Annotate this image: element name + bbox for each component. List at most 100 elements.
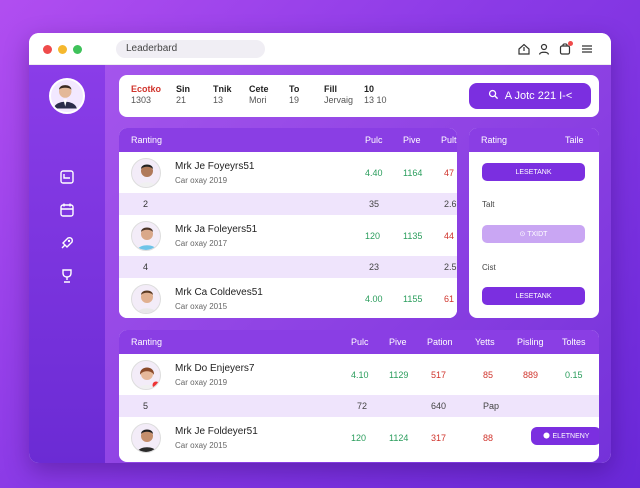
column-header[interactable]: Pults: [441, 135, 457, 145]
stat-value: 517: [431, 370, 447, 380]
stat-label: Fill: [324, 84, 337, 94]
column-header[interactable]: Ranting: [131, 135, 162, 145]
stat-label: Ecotko: [131, 84, 162, 94]
avatar[interactable]: [49, 78, 85, 114]
user-icon[interactable]: [537, 42, 551, 56]
app-window: Leaderbard Ecotko 1303 Sin 21 Tnik 13 Ce…: [29, 33, 611, 463]
rating-card: Rating Taile LESETANK Talt ⊙ TXIDT Cist …: [469, 128, 599, 318]
table-row[interactable]: Mrk Do Enjeyers7 Car oxay 2019 4.10 1129…: [119, 354, 599, 395]
table-row[interactable]: 2 35 2.6: [119, 193, 457, 215]
player-name: Mrk Do Enjeyers7: [175, 363, 255, 374]
address-bar[interactable]: Leaderbard: [116, 40, 265, 58]
calendar-icon[interactable]: [59, 202, 75, 218]
join-button[interactable]: A Jotc 221 I-<: [469, 83, 591, 109]
maximize-window-button[interactable]: [73, 45, 82, 54]
stat-value: 4.10: [351, 370, 369, 380]
column-header[interactable]: Pulc: [365, 135, 383, 145]
stat-value: 1303: [131, 95, 152, 105]
stat-value: 4.40: [365, 168, 383, 178]
cart-icon[interactable]: [558, 41, 573, 56]
stat-label: To: [289, 84, 300, 94]
stat-value: 47: [444, 168, 455, 178]
stat-value: 21: [176, 95, 187, 105]
sidebar: [29, 65, 105, 463]
toggle-button[interactable]: ⊙ TXIDT: [482, 225, 585, 243]
column-header: Taile: [565, 135, 584, 145]
stat-label: Tnik: [213, 84, 232, 94]
stat-value: 1164: [403, 168, 423, 178]
table-row[interactable]: 4 23 2.5: [119, 256, 457, 278]
leaderboard-tank-button[interactable]: LESETANK: [482, 287, 585, 305]
join-button-label: A Jotc 221 I-<: [504, 90, 573, 102]
stat-value: 13: [213, 95, 224, 105]
table-row[interactable]: 5 72 640 Pap: [119, 395, 599, 417]
stat-item: Sin 21: [176, 84, 190, 106]
column-header[interactable]: Pive: [389, 337, 407, 347]
detailed-leaderboard-card: Ranting Pulc Pive Pation Yetts Pisling T…: [119, 330, 599, 462]
title-bar: Leaderbard: [29, 33, 611, 65]
rank-number: 4: [143, 262, 149, 272]
table-row[interactable]: Mrk Ja Foleyers51 Car oxay 2017 120 1135…: [119, 215, 457, 256]
stat-value: 88: [483, 433, 494, 443]
column-header[interactable]: Ranting: [131, 337, 162, 347]
stat-value: 1135: [403, 231, 423, 241]
player-name: Mrk Ja Foleyers51: [175, 224, 258, 235]
stat-value: 889: [523, 370, 539, 380]
stat-value: 2.5: [444, 262, 457, 272]
main-area: Ecotko 1303 Sin 21 Tnik 13 Cete Mori To …: [105, 65, 611, 463]
column-header[interactable]: Toltes: [562, 337, 586, 347]
stat-value: 640: [431, 401, 447, 411]
follow-button[interactable]: ELETNENY: [531, 427, 599, 445]
stat-value: 1129: [389, 370, 409, 380]
stat-value: 1124: [389, 433, 409, 443]
stat-value: 2.6: [444, 199, 457, 209]
close-window-button[interactable]: [43, 45, 52, 54]
stat-item: 10 13 10: [364, 84, 387, 106]
stat-item: Tnik 13: [213, 84, 232, 106]
column-header[interactable]: Pulc: [351, 337, 369, 347]
player-name: Mrk Je Foyeyrs51: [175, 161, 255, 172]
menu-icon[interactable]: [580, 42, 594, 56]
player-subtitle: Car oxay 2019: [175, 378, 228, 387]
stat-value: 44: [444, 231, 455, 241]
stat-item: To 19: [289, 84, 299, 106]
stat-value: 19: [289, 95, 300, 105]
rank-number: 5: [143, 401, 149, 411]
stat-value: 61: [444, 294, 455, 304]
stat-value: 120: [351, 433, 367, 443]
add-icon: [542, 431, 550, 441]
home-icon[interactable]: [517, 42, 531, 56]
column-header[interactable]: Pation: [427, 337, 453, 347]
rocket-icon[interactable]: [59, 235, 75, 251]
stat-value: 13 10: [364, 95, 387, 105]
search-icon: [488, 89, 499, 103]
table-row[interactable]: Mrk Je Foldeyer51 Car oxay 2015 120 1124…: [119, 417, 599, 458]
table-row[interactable]: Mrk Je Foyeyrs51 Car oxay 2019 4.40 1164…: [119, 152, 457, 193]
leaderboard-tank-button[interactable]: LESETANK: [482, 163, 585, 181]
trophy-icon[interactable]: [59, 268, 75, 284]
column-header[interactable]: Pisling: [517, 337, 544, 347]
stat-value: 35: [369, 199, 380, 209]
side-card-text: Talt: [482, 200, 495, 209]
stat-value: Jervaig: [324, 95, 354, 105]
avatar: [131, 360, 161, 390]
player-subtitle: Car oxay 2017: [175, 239, 228, 248]
dashboard-icon[interactable]: [59, 169, 75, 185]
stat-value: Pap: [483, 401, 500, 411]
table-row[interactable]: Mrk Ca Coldeves51 Car oxay 2015 4.00 115…: [119, 278, 457, 318]
column-header[interactable]: Yetts: [475, 337, 495, 347]
player-subtitle: Car oxay 2015: [175, 441, 228, 450]
stat-value: 4.00: [365, 294, 383, 304]
follow-button-label: ELETNENY: [552, 432, 590, 440]
stat-value: Mori: [249, 95, 267, 105]
avatar: [131, 423, 161, 453]
minimize-window-button[interactable]: [58, 45, 67, 54]
leaderboard-card: Ranting Pulc Pive Pults Mrk Je Foyeyrs51…: [119, 128, 457, 318]
table-header: Ranting Pulc Pive Pation Yetts Pisling T…: [119, 330, 599, 354]
player-subtitle: Car oxay 2015: [175, 302, 228, 311]
player-name: Mrk Je Foldeyer51: [175, 426, 258, 437]
rank-number: 2: [143, 199, 149, 209]
avatar: [131, 221, 161, 251]
avatar: [131, 158, 161, 188]
column-header[interactable]: Pive: [403, 135, 421, 145]
